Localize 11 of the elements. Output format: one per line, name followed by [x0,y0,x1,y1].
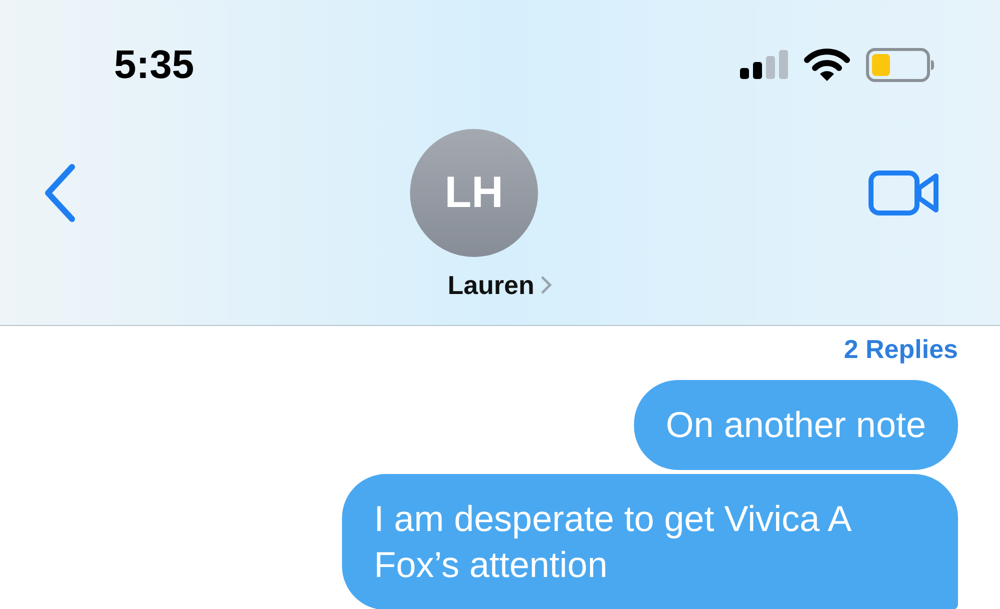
status-time: 5:35 [114,45,194,85]
message-bubble: On another note [634,380,958,470]
signal-icon [738,50,788,80]
message-bubble: I am desperate to get Vivica A Fox’s attention [342,474,958,609]
contact-name-button[interactable]: Lauren [448,272,552,298]
video-call-icon[interactable] [868,170,940,216]
wifi-icon [804,48,850,82]
replies-link[interactable]: 2 Replies [844,336,958,362]
battery-icon [866,48,934,82]
contact-avatar[interactable]: LH [410,129,538,257]
chevron-right-icon [540,275,552,295]
